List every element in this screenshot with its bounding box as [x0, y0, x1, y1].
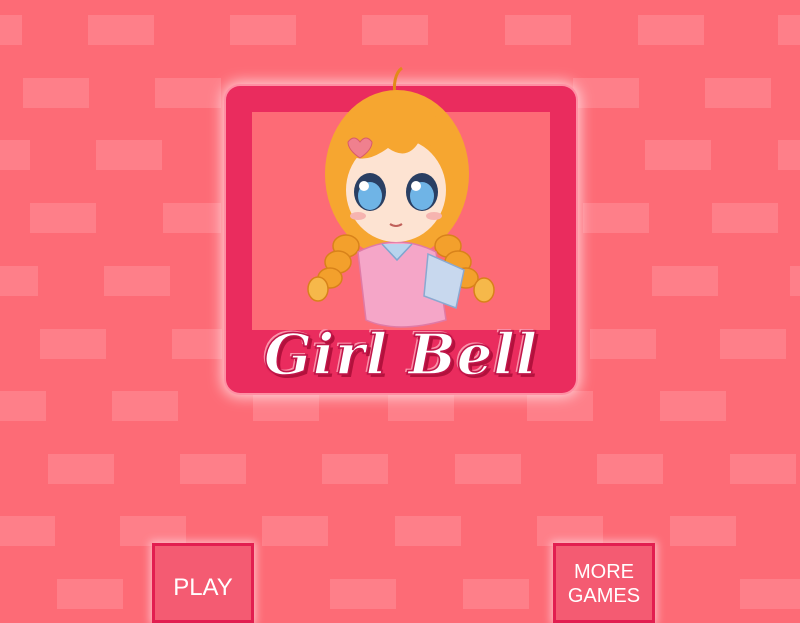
brick [660, 391, 726, 421]
brick [163, 203, 221, 233]
brick [0, 15, 22, 45]
brick [583, 203, 649, 233]
more-games-button[interactable]: MORE GAMES [553, 543, 655, 623]
brick [778, 140, 800, 170]
brick [388, 391, 454, 421]
play-button-label: PLAY [173, 574, 233, 601]
brick [230, 15, 296, 45]
brick [112, 391, 178, 421]
brick [362, 15, 428, 45]
brick [120, 516, 186, 546]
brick [778, 15, 800, 45]
brick [180, 454, 246, 484]
brick [712, 203, 778, 233]
brick [590, 329, 656, 359]
brick [57, 579, 123, 609]
brick [527, 391, 593, 421]
chibi-girl-icon [307, 66, 495, 328]
brick [253, 391, 319, 421]
brick [30, 203, 96, 233]
brick [730, 454, 796, 484]
brick [262, 516, 328, 546]
brick [104, 266, 170, 296]
brick [0, 391, 46, 421]
brick [670, 516, 736, 546]
brick [155, 78, 221, 108]
brick [172, 329, 222, 359]
brick [40, 329, 106, 359]
brick [48, 454, 114, 484]
brick [23, 78, 89, 108]
brick [322, 454, 388, 484]
brick [463, 579, 529, 609]
brick [96, 140, 162, 170]
game-title: Girl Bell [263, 321, 538, 389]
brick [705, 78, 771, 108]
brick [645, 140, 711, 170]
brick [330, 579, 396, 609]
more-games-button-label: MORE GAMES [567, 561, 641, 607]
brick [638, 15, 704, 45]
brick [0, 140, 30, 170]
brick [720, 329, 786, 359]
brick [790, 266, 800, 296]
brick [740, 579, 800, 609]
brick [537, 516, 603, 546]
brick [652, 266, 718, 296]
play-button[interactable]: PLAY [152, 543, 254, 623]
brick [395, 516, 461, 546]
brick [0, 266, 38, 296]
brick [455, 454, 521, 484]
brick [573, 78, 639, 108]
brick [0, 516, 55, 546]
brick [597, 454, 663, 484]
brick [88, 15, 154, 45]
brick [505, 15, 571, 45]
